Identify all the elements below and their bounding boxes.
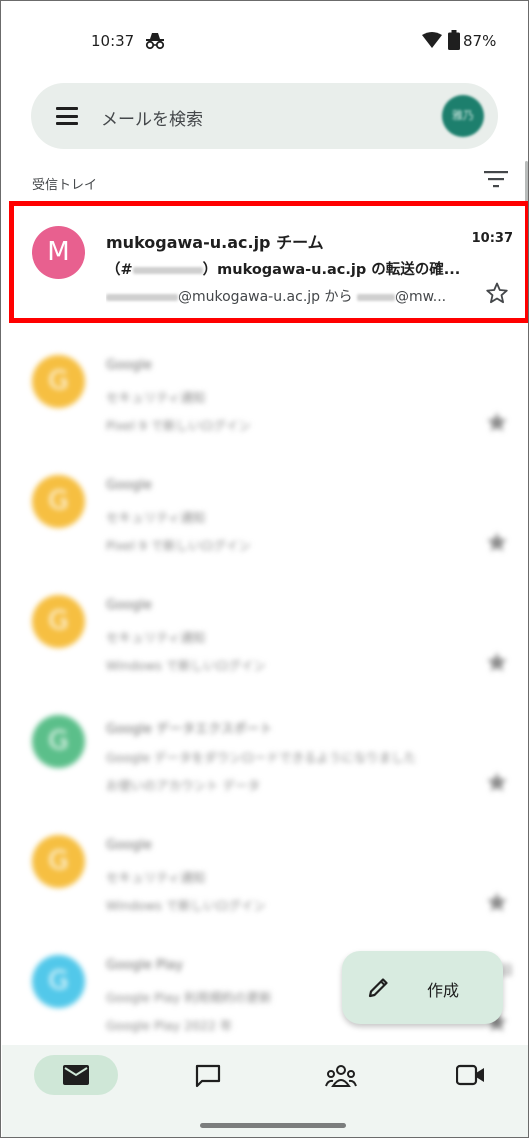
star-icon[interactable] <box>485 770 509 794</box>
snippet-suffix: @mukogawa-u.ac.jp から <box>178 289 353 305</box>
email-row[interactable]: G Google セキュリティ通知 Windows で新しいログイン <box>1 576 528 696</box>
bottom-navigation <box>2 1045 528 1137</box>
search-bar[interactable]: メールを検索 雅乃 <box>31 83 498 149</box>
compose-button[interactable]: 作成 <box>342 951 503 1024</box>
sender-avatar: G <box>32 475 85 528</box>
email-row[interactable]: G Google セキュリティ通知 Windows で新しいログイン <box>1 816 528 936</box>
star-icon[interactable] <box>485 890 509 914</box>
email-sender: Google データエクスポート <box>106 722 273 737</box>
redacted-text <box>106 293 178 301</box>
email-row[interactable]: G Google データエクスポート Google データをダウンロードできるよ… <box>1 696 528 816</box>
inbox-label: 受信トレイ <box>32 178 98 193</box>
filter-icon[interactable] <box>484 169 508 189</box>
phone-screen: 10:37 87% メールを検索 雅乃 受信トレイ M mukogawa-u.a… <box>0 0 529 1138</box>
spaces-icon <box>325 1065 357 1087</box>
sender-avatar: G <box>32 835 85 888</box>
email-sender: mukogawa-u.ac.jp チーム <box>106 233 324 252</box>
redacted-text <box>132 266 203 274</box>
mail-icon <box>63 1065 89 1085</box>
redacted-text <box>356 293 395 301</box>
account-avatar[interactable]: 雅乃 <box>442 95 484 137</box>
wifi-icon <box>422 32 442 48</box>
subject-prefix: （# <box>106 262 133 278</box>
status-bar: 10:37 87% <box>1 1 528 81</box>
email-subject: セキュリティ通知 <box>106 390 206 405</box>
home-indicator[interactable] <box>200 1123 346 1128</box>
email-sender: Google <box>106 358 152 373</box>
email-row[interactable]: G Google セキュリティ通知 Pixel 9 で新しいログイン <box>1 336 528 456</box>
nav-mail[interactable] <box>34 1055 118 1095</box>
email-subject: セキュリティ通知 <box>106 510 206 525</box>
chat-icon <box>195 1064 221 1088</box>
email-sender: Google <box>106 598 152 613</box>
search-placeholder[interactable]: メールを検索 <box>101 105 203 130</box>
star-icon[interactable] <box>485 281 509 305</box>
sender-avatar: G <box>32 955 85 1008</box>
email-snippet: Pixel 9 で新しいログイン <box>106 418 251 433</box>
incognito-icon <box>145 33 165 50</box>
email-snippet: Windows で新しいログイン <box>106 898 266 913</box>
nav-chat[interactable] <box>166 1055 250 1095</box>
email-subject: Google データをダウンロードできるようになりました <box>106 750 417 765</box>
status-time: 10:37 <box>91 32 135 50</box>
snippet-end: @mw... <box>394 289 447 305</box>
email-snippet: お使いのアカウント データ <box>106 778 260 793</box>
pencil-icon <box>368 978 388 998</box>
sender-avatar: G <box>32 595 85 648</box>
email-snippet: Pixel 9 で新しいログイン <box>106 538 251 553</box>
battery-percentage: 87% <box>463 32 497 50</box>
sender-avatar: M <box>32 226 85 279</box>
email-row[interactable]: G Google セキュリティ通知 Pixel 9 で新しいログイン <box>1 456 528 576</box>
battery-icon <box>448 30 460 50</box>
email-time: 10:37 <box>471 231 513 246</box>
star-icon[interactable] <box>485 410 509 434</box>
sender-avatar: G <box>32 715 85 768</box>
email-snippet: @mukogawa-u.ac.jp から @mw... <box>106 286 464 306</box>
star-icon[interactable] <box>485 530 509 554</box>
subject-suffix: ）mukogawa-u.ac.jp の転送の確... <box>202 262 461 278</box>
email-subject: セキュリティ通知 <box>106 630 206 645</box>
nav-meet[interactable] <box>427 1055 511 1095</box>
hamburger-menu-icon[interactable] <box>56 107 78 125</box>
email-snippet: Windows で新しいログイン <box>106 658 266 673</box>
nav-spaces[interactable] <box>296 1055 380 1095</box>
email-sender: Google <box>106 838 152 853</box>
email-subject: （# ）mukogawa-u.ac.jp の転送の確... <box>106 258 474 279</box>
email-subject: セキュリティ通知 <box>106 870 206 885</box>
email-sender: Google <box>106 478 152 493</box>
email-sender: Google Play <box>106 958 184 973</box>
sender-avatar: G <box>32 355 85 408</box>
email-row[interactable]: M mukogawa-u.ac.jp チーム 10:37 （# ）mukogawa… <box>1 207 528 327</box>
compose-label: 作成 <box>427 981 460 1000</box>
meet-icon <box>456 1064 484 1086</box>
star-icon[interactable] <box>485 650 509 674</box>
